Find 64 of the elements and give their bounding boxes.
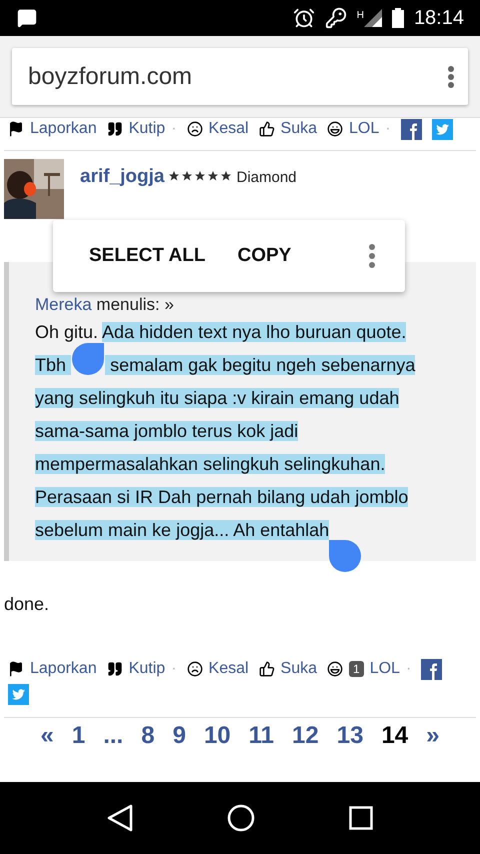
page-link[interactable]: 14 [381, 722, 408, 750]
page-link[interactable]: ... [103, 722, 124, 750]
facebook-icon[interactable] [400, 118, 422, 140]
separator-dot: · [171, 659, 177, 679]
alarm-icon [292, 7, 315, 29]
laughing-face-icon [327, 121, 344, 137]
quote-text: Oh gitu. Ada hidden text nya lho buruan quote. Tbh semalam gak begitu ngeh sebenarnya yang selingkuh itu siapa :v kirain emang udah sama-sama jomblo terus kok jadi mempermasalahkan selingkuh selingkuhan. Perasaan si IR Dah pernah bilang udah jomblo sebelum main ke jogja... Ah entahlah [35, 321, 416, 542]
action-link[interactable]: Suka [280, 118, 318, 140]
laughing-face-icon [327, 661, 344, 677]
action-link[interactable]: Kutip [128, 118, 166, 140]
quote-icon [106, 661, 123, 677]
author-name[interactable]: arif_jogja [80, 163, 164, 192]
more-icon[interactable] [369, 244, 375, 268]
quote-icon [106, 121, 123, 137]
count-badge: 1 [349, 661, 364, 677]
quote-attribution: menulis: » [96, 295, 174, 314]
menu-icon[interactable] [448, 66, 454, 88]
page-link[interactable]: 1 [72, 722, 86, 750]
recents-icon[interactable] [349, 806, 373, 830]
page-link[interactable]: 12 [292, 722, 319, 750]
reply-text: done. [3, 593, 50, 616]
action-link[interactable]: Laporkan [30, 658, 97, 680]
menu-action-button[interactable]: SELECT ALL [73, 220, 222, 292]
selection-handle[interactable] [329, 540, 361, 572]
address-bar[interactable]: boyzforum.com [12, 48, 468, 105]
flag-icon [8, 661, 24, 677]
twitter-icon[interactable] [8, 684, 29, 705]
battery-icon [392, 8, 404, 28]
action-link[interactable]: Kutip [128, 658, 166, 680]
message-icon [16, 8, 38, 28]
network-type: H [356, 11, 364, 21]
url-text: boyzforum.com [28, 62, 194, 92]
separator-dot: · [171, 119, 177, 139]
page-link[interactable]: 9 [172, 722, 186, 750]
action-link[interactable]: LOL [349, 118, 380, 140]
home-icon[interactable] [227, 804, 255, 832]
page-link[interactable]: 10 [204, 722, 231, 750]
action-link[interactable]: Laporkan [30, 118, 97, 140]
back-icon[interactable] [107, 804, 133, 832]
action-link[interactable]: Suka [280, 658, 318, 680]
twitter-icon[interactable] [432, 118, 453, 140]
action-link[interactable]: Kesal [208, 658, 249, 680]
page-link[interactable]: « [40, 722, 54, 750]
menu-action-button[interactable]: COPY [221, 220, 308, 292]
quote-author-link[interactable]: Mereka [35, 295, 92, 314]
clock-time: 18:14 [414, 6, 464, 31]
key-icon [324, 7, 347, 29]
thumbs-up-icon [258, 121, 275, 137]
flag-icon [8, 121, 24, 137]
rank-label: Diamond [236, 168, 297, 188]
page-link[interactable]: 8 [141, 722, 155, 750]
frown-face-icon [186, 121, 203, 137]
thumbs-up-icon [258, 661, 275, 677]
frown-face-icon [186, 661, 203, 677]
facebook-icon[interactable] [421, 658, 442, 680]
action-link[interactable]: Kesal [208, 118, 249, 140]
selection-handle[interactable] [72, 343, 104, 376]
page-link[interactable]: 11 [248, 722, 274, 750]
page-link[interactable]: » [426, 722, 440, 750]
separator-dot: · [385, 119, 391, 139]
signal-icon [364, 9, 382, 27]
page-link[interactable]: 13 [336, 722, 364, 750]
separator-dot: · [406, 659, 412, 679]
action-link[interactable]: LOL [370, 658, 400, 680]
